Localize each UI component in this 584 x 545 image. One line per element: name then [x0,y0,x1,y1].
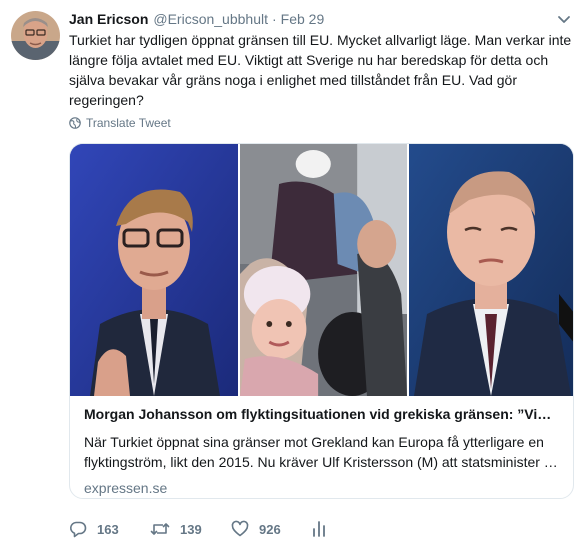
reply-button[interactable]: 163 [69,520,150,538]
card-photo-left [70,144,238,396]
author-handle[interactable]: @Ericson_ubbhult [153,11,268,27]
like-button[interactable]: 926 [231,520,312,538]
analytics-button[interactable] [312,520,393,538]
chevron-down-icon[interactable] [556,11,572,27]
analytics-icon [313,521,325,537]
card-body: Morgan Johansson om flyktingsituationen … [84,405,559,498]
reply-count: 163 [97,521,119,537]
translate-label: Translate Tweet [86,116,171,130]
card-title[interactable]: Morgan Johansson om flyktingsituationen … [84,405,559,423]
reply-icon [70,521,87,538]
like-count: 926 [259,521,281,537]
globe-icon [69,117,81,129]
author-name[interactable]: Jan Ericson [69,11,148,27]
avatar[interactable] [11,11,60,60]
card-description: När Turkiet öppnat sina gränser mot Grek… [84,434,558,470]
tweet-header: Jan Ericson @Ericson_ubbhult · Feb 29 [69,9,574,29]
link-card[interactable]: Morgan Johansson om flyktingsituationen … [69,143,574,499]
retweet-button[interactable]: 139 [150,520,231,538]
tweet-actions: 163 139 926 [69,518,393,540]
card-image [70,144,573,396]
card-photo-right [409,144,573,396]
tweet[interactable]: Jan Ericson @Ericson_ubbhult · Feb 29 Tu… [0,0,584,545]
card-domain: expressen.se [84,480,168,496]
retweet-count: 139 [180,521,202,537]
card-photo-middle [238,144,409,396]
retweet-icon [150,523,170,535]
separator-dot: · [272,11,277,27]
tweet-text: Turkiet har tydligen öppnat gränsen till… [69,32,572,108]
tweet-date[interactable]: Feb 29 [281,11,325,27]
translate-tweet-link[interactable]: Translate Tweet [69,116,171,130]
heart-icon [231,520,249,537]
